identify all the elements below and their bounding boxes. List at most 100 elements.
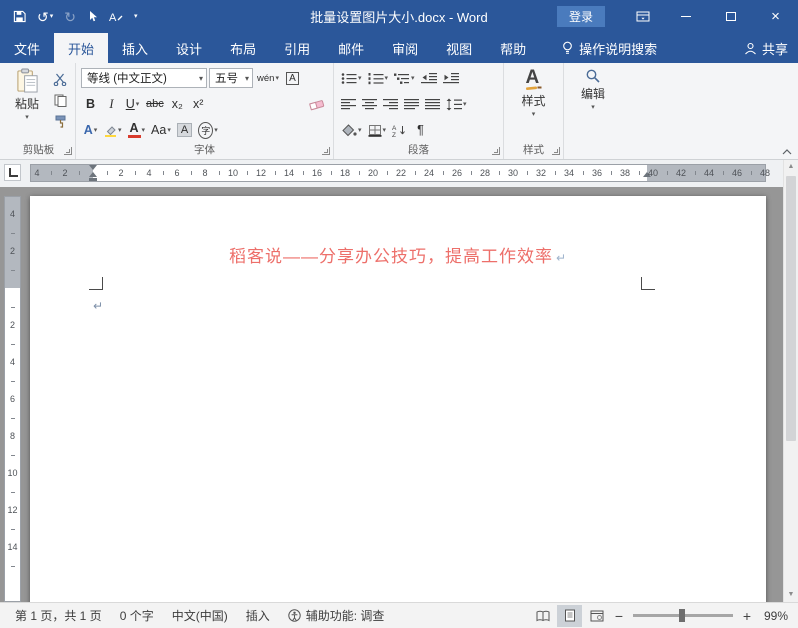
vertical-scrollbar[interactable]: ▲ ▼ — [783, 160, 798, 602]
eraser-icon[interactable] — [307, 94, 328, 115]
tab-开始[interactable]: 开始 — [54, 33, 109, 63]
editing-button[interactable]: 编辑 ▾ — [569, 66, 617, 143]
line-spacing-icon[interactable]: ▾ — [444, 94, 469, 115]
subscript-button[interactable]: x₂ — [168, 94, 187, 115]
copy-icon[interactable] — [50, 92, 70, 109]
decrease-indent-icon[interactable] — [419, 68, 439, 89]
login-button[interactable]: 登录 — [556, 6, 605, 27]
document-page[interactable]: 稻客说——分享办公技巧，提高工作效率 ↵ ↵ — [30, 196, 766, 602]
tell-me-box[interactable]: 操作说明搜索 — [562, 33, 657, 63]
qat-customize-icon[interactable]: ▾ — [134, 13, 138, 20]
tab-视图[interactable]: 视图 — [432, 33, 486, 63]
first-line-indent-marker[interactable] — [89, 165, 97, 170]
enclose-characters-button[interactable]: 字 ▾ — [196, 120, 220, 141]
font-color-button[interactable]: A ▾ — [126, 120, 148, 141]
justify-icon[interactable] — [402, 94, 421, 115]
zoom-in-button[interactable]: + — [738, 608, 756, 624]
italic-button[interactable]: I — [102, 94, 121, 115]
insert-mode-indicator[interactable]: 插入 — [237, 607, 279, 624]
strikethrough-button[interactable]: abc — [144, 94, 166, 115]
undo-icon[interactable]: ↺ ▾ — [37, 10, 53, 24]
save-icon[interactable] — [13, 10, 26, 23]
text-boundary-corner-left — [89, 277, 103, 290]
h-ruler-tick — [443, 171, 444, 175]
tab-布局[interactable]: 布局 — [216, 33, 270, 63]
tab-引用[interactable]: 引用 — [270, 33, 324, 63]
tab-file[interactable]: 文件 — [0, 33, 54, 63]
left-indent-marker[interactable] — [89, 178, 97, 181]
scroll-down-icon[interactable]: ▼ — [784, 588, 798, 602]
scrollbar-thumb[interactable] — [786, 176, 796, 441]
styles-button[interactable]: A 样式 ▾ — [509, 66, 558, 143]
v-ruler-band[interactable]: 4 2 2 4 6 8 10 12 14 — [4, 196, 21, 602]
word-count[interactable]: 0 个字 — [111, 607, 163, 624]
print-layout-icon[interactable] — [557, 604, 582, 627]
hanging-indent-marker[interactable] — [89, 172, 97, 177]
align-center-icon[interactable] — [360, 94, 379, 115]
maximize-button[interactable] — [708, 0, 753, 33]
collapse-ribbon-icon[interactable] — [782, 149, 792, 155]
font-dialog-launcher[interactable] — [322, 147, 330, 155]
ribbon-display-options-icon[interactable] — [631, 11, 655, 22]
v-ruler-number: 8 — [9, 431, 16, 441]
underline-button[interactable]: U ▾ — [123, 94, 142, 115]
text-effects-button[interactable]: A ▾ — [81, 120, 100, 141]
superscript-button[interactable]: x² — [189, 94, 208, 115]
cut-icon[interactable] — [50, 71, 70, 88]
language-indicator[interactable]: 中文(中国) — [163, 607, 237, 624]
zoom-slider[interactable] — [633, 609, 733, 622]
zoom-slider-handle[interactable] — [679, 609, 685, 622]
tab-审阅[interactable]: 审阅 — [378, 33, 432, 63]
change-case-button[interactable]: Aa ▾ — [149, 120, 173, 141]
bold-button[interactable]: B — [81, 94, 100, 115]
h-ruler-tick — [79, 171, 80, 175]
web-layout-icon[interactable] — [584, 605, 609, 627]
minimize-button[interactable] — [663, 0, 708, 33]
svg-text:Z: Z — [392, 132, 396, 137]
h-ruler-tick — [723, 171, 724, 175]
h-ruler-band[interactable]: 4 2 2 4 6 8 10 12 14 16 18 20 22 24 26 28 30 32 34 36 38 40 42… — [30, 164, 770, 182]
accessibility-status[interactable]: 辅助功能: 调查 — [279, 607, 394, 624]
paragraph-dialog-launcher[interactable] — [492, 147, 500, 155]
tab-邮件[interactable]: 邮件 — [324, 33, 378, 63]
paste-button[interactable]: 粘贴 ▾ — [7, 66, 47, 143]
h-ruler-number: 46 — [731, 168, 743, 178]
multilevel-list-icon[interactable]: ▾ — [392, 68, 417, 89]
zoom-out-button[interactable]: − — [610, 608, 628, 624]
draw-format-icon[interactable]: A — [109, 10, 123, 23]
character-shading-button[interactable]: A — [175, 120, 194, 141]
align-left-icon[interactable] — [339, 94, 358, 115]
bullets-icon[interactable]: ▾ — [339, 68, 364, 89]
font-name-combo[interactable]: 等线 (中文正文) ▾ — [81, 68, 207, 88]
styles-dialog-launcher[interactable] — [552, 147, 560, 155]
clipboard-dialog-launcher[interactable] — [64, 147, 72, 155]
share-button[interactable]: 共享 — [744, 33, 788, 63]
tab-帮助[interactable]: 帮助 — [486, 33, 540, 63]
distributed-icon[interactable] — [423, 94, 442, 115]
group-paragraph: ▾ ▾ ▾ ▾ ▾ ▾ A Z ¶ 段落 — [334, 63, 504, 159]
tab-selector[interactable] — [4, 164, 21, 181]
read-mode-icon[interactable] — [530, 605, 555, 627]
redo-icon[interactable]: ↻ — [64, 10, 76, 24]
numbering-icon[interactable]: ▾ — [366, 68, 391, 89]
character-border-button[interactable]: A — [283, 68, 302, 89]
pinyin-guide-button[interactable]: wén ▾ — [255, 68, 281, 89]
highlight-button[interactable]: ▾ — [102, 120, 124, 141]
document-area[interactable]: 4 2 2 4 6 8 10 12 14 稻客说——分享办公技巧，提高工作效率 ↵ ↵ — [0, 187, 783, 602]
tab-设计[interactable]: 设计 — [162, 33, 216, 63]
font-size-combo[interactable]: 五号 ▾ — [209, 68, 253, 88]
tab-插入[interactable]: 插入 — [108, 33, 162, 63]
sort-icon[interactable]: AZ — [390, 120, 409, 141]
increase-indent-icon[interactable] — [441, 68, 461, 89]
format-painter-icon[interactable] — [50, 113, 70, 130]
close-button[interactable]: × — [753, 0, 798, 33]
touch-mode-icon[interactable] — [87, 10, 98, 23]
shading-fill-icon[interactable]: ▾ — [339, 120, 364, 141]
page-indicator[interactable]: 第 1 页，共 1 页 — [6, 607, 111, 624]
scroll-up-icon[interactable]: ▲ — [784, 160, 798, 174]
align-right-icon[interactable] — [381, 94, 400, 115]
show-marks-button[interactable]: ¶ — [411, 120, 430, 141]
borders-icon[interactable]: ▾ — [366, 120, 389, 141]
h-ruler-number: 48 — [759, 168, 771, 178]
zoom-level[interactable]: 99% — [756, 609, 792, 623]
